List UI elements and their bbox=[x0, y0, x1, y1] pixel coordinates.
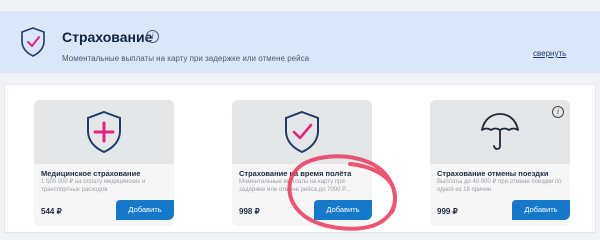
banner-subtitle: Моментальные выплаты на карту при задерж… bbox=[62, 54, 310, 63]
insurance-banner: Страхование i Моментальные выплаты на ка… bbox=[0, 11, 600, 73]
card-header bbox=[232, 100, 372, 164]
shield-check-icon bbox=[21, 27, 45, 57]
insurance-card-flight: Страхование на время полёта Моментальные… bbox=[232, 100, 372, 226]
banner-title: Страхование bbox=[62, 29, 153, 45]
add-button[interactable]: Добавить bbox=[314, 200, 372, 220]
info-icon[interactable]: i bbox=[552, 106, 564, 118]
card-price: 544 ₽ bbox=[41, 207, 62, 216]
umbrella-icon bbox=[481, 113, 519, 150]
card-price: 999 ₽ bbox=[437, 207, 458, 216]
shield-plus-icon bbox=[87, 110, 121, 154]
card-title: Страхование на время полёта bbox=[239, 169, 352, 178]
card-header: i bbox=[430, 100, 570, 164]
card-title: Страхование отмены поездки bbox=[437, 169, 549, 178]
card-price: 998 ₽ bbox=[239, 207, 260, 216]
shield-check-icon bbox=[285, 110, 319, 154]
add-button[interactable]: Добавить bbox=[512, 200, 570, 220]
card-description: Выплаты до 40 000 ₽ при отмене поездки п… bbox=[437, 179, 562, 193]
insurance-card-trip-cancel: i Страхование отмены поездки Выплаты до … bbox=[430, 100, 570, 226]
add-button[interactable]: Добавить bbox=[116, 200, 174, 220]
card-description: Моментальные выплаты на карту при задерж… bbox=[239, 179, 350, 193]
collapse-link[interactable]: свернуть bbox=[533, 49, 566, 58]
card-title: Медицинское страхование bbox=[41, 169, 141, 178]
card-header bbox=[34, 100, 174, 164]
info-icon[interactable]: i bbox=[146, 30, 159, 43]
insurance-page: Страхование i Моментальные выплаты на ка… bbox=[0, 0, 600, 233]
card-description: 1 500 000 ₽ на оплату медицинских и тран… bbox=[41, 179, 146, 193]
insurance-card-medical: Медицинское страхование 1 500 000 ₽ на о… bbox=[34, 100, 174, 226]
